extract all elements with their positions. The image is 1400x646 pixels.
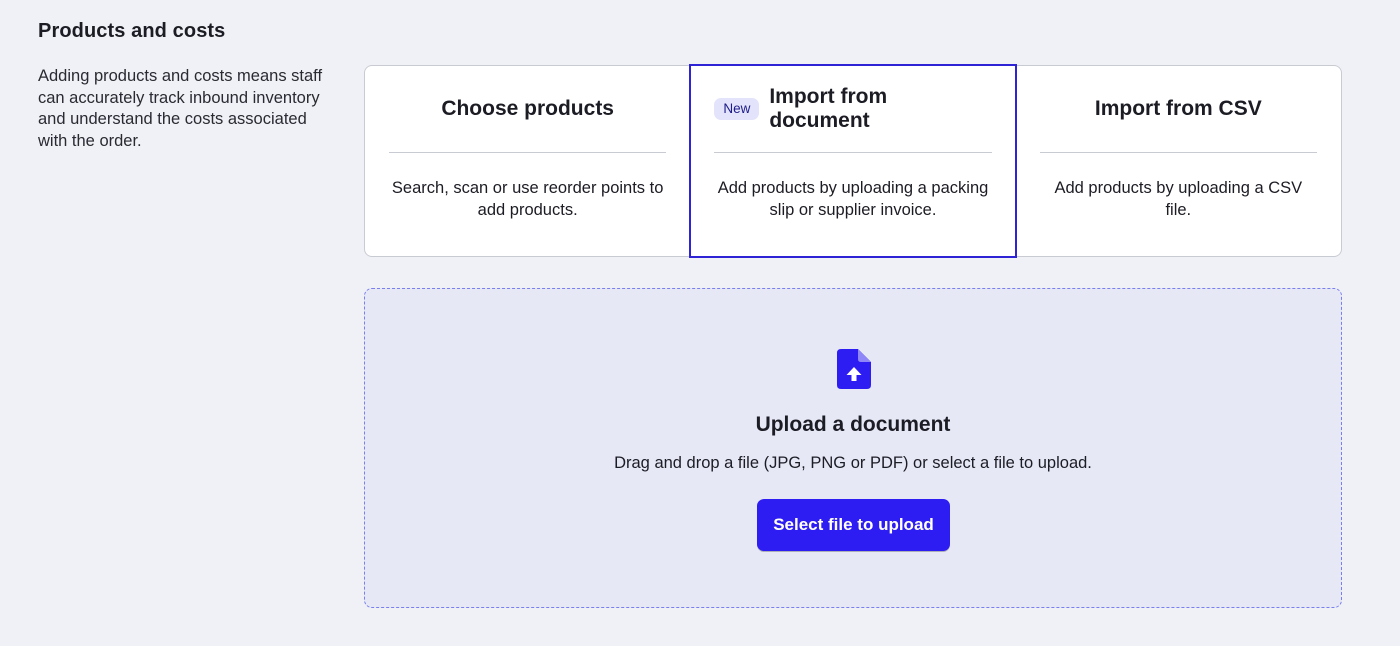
document-dropzone[interactable]: Upload a document Drag and drop a file (… <box>364 288 1342 608</box>
option-header: Choose products <box>389 66 667 153</box>
section-title: Products and costs <box>38 20 226 42</box>
option-header: New Import from document <box>714 66 992 153</box>
new-badge: New <box>714 98 760 120</box>
option-import-from-document[interactable]: New Import from document Add products by… <box>689 64 1017 258</box>
option-choose-products[interactable]: Choose products Search, scan or use reor… <box>365 66 690 256</box>
section-description: Adding products and costs means staff ca… <box>38 67 323 150</box>
option-description: Add products by uploading a CSV file. <box>1054 179 1303 219</box>
option-title: Choose products <box>441 97 614 120</box>
option-title: Import from document <box>769 85 888 132</box>
option-description: Add products by uploading a packing slip… <box>717 179 989 219</box>
option-description: Search, scan or use reorder points to ad… <box>391 179 664 219</box>
option-title: Import from CSV <box>1094 97 1262 120</box>
dropzone-title: Upload a document <box>755 413 951 436</box>
select-file-button[interactable]: Select file to upload <box>757 499 950 551</box>
file-upload-icon <box>837 349 871 389</box>
dropzone-description: Drag and drop a file (JPG, PNG or PDF) o… <box>614 454 1092 472</box>
option-header: Import from CSV <box>1039 66 1317 153</box>
add-products-options: Choose products Search, scan or use reor… <box>364 64 1342 258</box>
option-import-from-csv[interactable]: Import from CSV Add products by uploadin… <box>1016 66 1341 256</box>
